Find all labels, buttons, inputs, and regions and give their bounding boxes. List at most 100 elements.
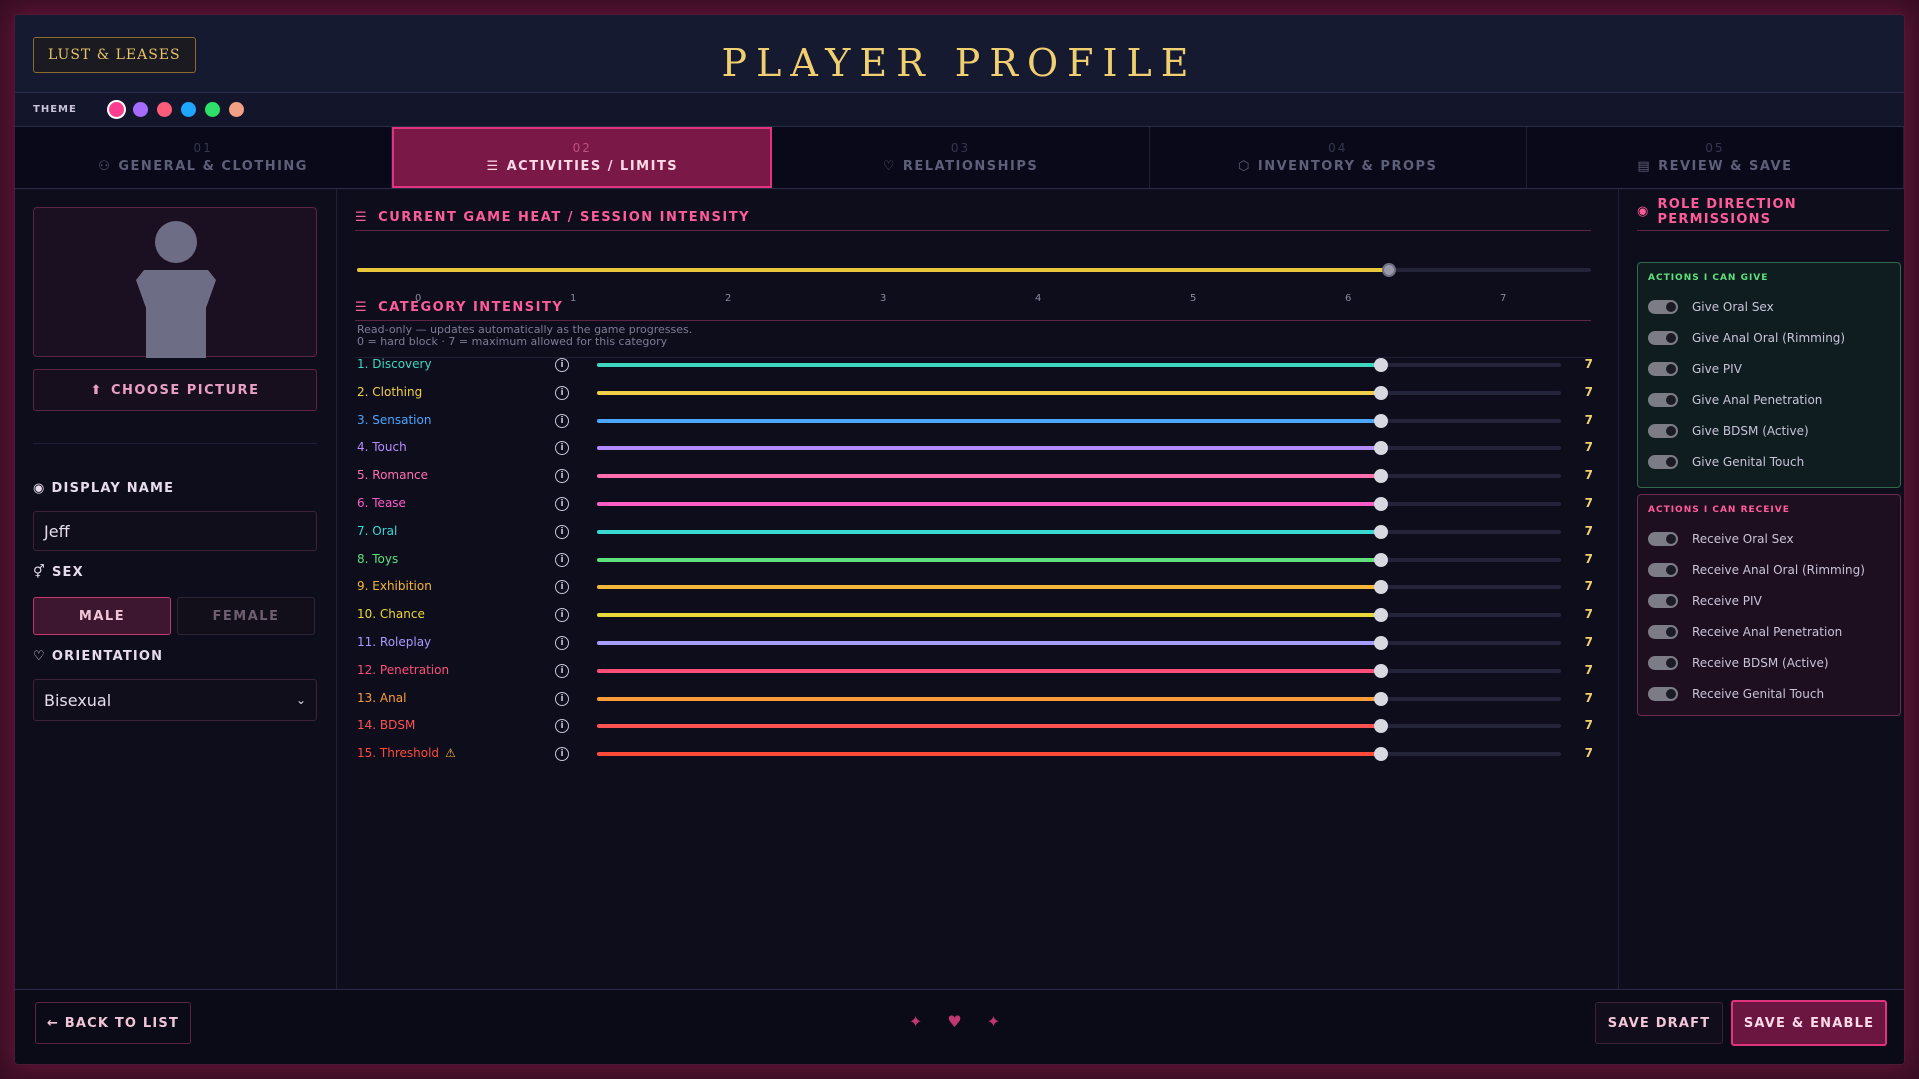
permission-toggle[interactable]	[1648, 454, 1678, 469]
info-icon[interactable]: i	[555, 663, 569, 678]
theme-bar: THEME	[15, 93, 1904, 127]
category-slider-fill	[597, 363, 1381, 367]
tab-general-clothing[interactable]: 01 ⚇ GENERAL & CLOTHING	[15, 127, 393, 188]
category-slider-thumb[interactable]	[1374, 608, 1388, 623]
choose-picture-label: CHOOSE PICTURE	[110, 382, 260, 398]
theme-swatch[interactable]	[132, 102, 148, 117]
tab-label: ▤ REVIEW & SAVE	[1637, 159, 1792, 174]
display-name-input[interactable]: Jeff	[33, 511, 317, 551]
category-slider[interactable]	[597, 552, 1561, 567]
permission-toggle[interactable]	[1648, 392, 1678, 407]
category-slider[interactable]	[597, 608, 1561, 623]
info-icon[interactable]: i	[555, 747, 569, 762]
theme-swatch[interactable]	[156, 102, 172, 117]
category-slider[interactable]	[597, 358, 1561, 372]
category-slider-thumb[interactable]	[1374, 469, 1388, 484]
category-slider[interactable]	[597, 580, 1561, 595]
category-slider[interactable]	[597, 691, 1561, 706]
info-icon[interactable]: i	[555, 413, 569, 428]
step-tabs: 01 ⚇ GENERAL & CLOTHING 02 ☰ ACTIVITIES / LIM…	[15, 127, 1904, 189]
category-slider-thumb[interactable]	[1374, 441, 1388, 456]
theme-swatch[interactable]	[228, 102, 244, 117]
receive-permission-item: Receive Anal Oral (Rimming)	[1648, 554, 1890, 585]
category-slider[interactable]	[597, 497, 1561, 511]
category-row: 2. Clothing i 7	[357, 383, 1593, 403]
permission-toggle[interactable]	[1648, 361, 1678, 376]
category-slider-thumb[interactable]	[1374, 719, 1388, 734]
permission-toggle[interactable]	[1648, 593, 1678, 608]
info-icon[interactable]: i	[555, 524, 569, 539]
choose-picture-button[interactable]: ⬆ CHOOSE PICTURE	[33, 369, 317, 411]
category-value: 7	[1584, 551, 1593, 566]
display-name-label: ◉ DISPLAY NAME	[33, 481, 174, 496]
permission-toggle[interactable]	[1648, 330, 1678, 345]
category-slider[interactable]	[597, 385, 1561, 400]
give-permission-item: Give Oral Sex	[1648, 291, 1890, 322]
category-slider[interactable]	[597, 719, 1561, 734]
category-slider[interactable]	[597, 469, 1561, 484]
theme-swatch[interactable]	[108, 102, 124, 117]
tab-number: 03	[950, 141, 971, 155]
theme-swatch[interactable]	[204, 102, 220, 117]
category-row: 5. Romance i 7	[357, 466, 1593, 486]
tab-activities-limits[interactable]: 02 ☰ ACTIVITIES / LIMITS	[392, 127, 773, 188]
category-slider-thumb[interactable]	[1374, 385, 1388, 400]
category-label: 9. Exhibition	[357, 579, 432, 593]
category-slider[interactable]	[597, 747, 1561, 762]
theme-swatch[interactable]	[180, 102, 196, 117]
tab-number: 02	[572, 141, 592, 155]
category-slider-fill	[597, 557, 1381, 562]
info-icon[interactable]: i	[555, 691, 569, 706]
category-slider[interactable]	[597, 441, 1561, 456]
tab-inventory-props[interactable]: 04 ⬡ INVENTORY & PROPS	[1150, 127, 1527, 188]
sex-male-button[interactable]: MALE	[33, 597, 171, 635]
orientation-select[interactable]: Bisexual ⌄	[33, 679, 317, 721]
info-icon[interactable]: i	[555, 358, 569, 372]
category-slider[interactable]	[597, 524, 1561, 539]
heat-slider-fill	[357, 268, 1390, 272]
category-slider-thumb[interactable]	[1374, 580, 1388, 595]
permission-toggle[interactable]	[1648, 299, 1678, 314]
info-icon[interactable]: i	[555, 441, 569, 456]
permission-toggle[interactable]	[1648, 624, 1678, 639]
info-icon[interactable]: i	[555, 385, 569, 400]
info-icon[interactable]: i	[555, 469, 569, 484]
permission-toggle[interactable]	[1648, 562, 1678, 577]
category-slider-fill	[597, 529, 1381, 534]
category-slider-thumb[interactable]	[1374, 691, 1388, 706]
category-slider-thumb[interactable]	[1374, 636, 1388, 650]
info-icon[interactable]: i	[555, 497, 569, 511]
category-value: 7	[1584, 718, 1593, 733]
info-icon[interactable]: i	[555, 719, 569, 734]
category-value: 7	[1584, 384, 1593, 399]
info-icon[interactable]: i	[555, 580, 569, 595]
category-slider-thumb[interactable]	[1374, 497, 1388, 511]
info-icon[interactable]: i	[555, 636, 569, 650]
category-slider-thumb[interactable]	[1374, 413, 1388, 428]
save-and-enable-button[interactable]: SAVE & ENABLE	[1731, 1000, 1887, 1046]
category-slider[interactable]	[597, 413, 1561, 428]
permission-toggle[interactable]	[1648, 686, 1678, 701]
info-icon[interactable]: i	[555, 608, 569, 623]
permission-toggle[interactable]	[1648, 531, 1678, 546]
category-slider-thumb[interactable]	[1374, 663, 1388, 678]
category-slider[interactable]	[597, 636, 1561, 650]
save-draft-button[interactable]: SAVE DRAFT	[1595, 1002, 1723, 1044]
category-slider-thumb[interactable]	[1374, 358, 1388, 372]
permission-label: Receive Anal Oral (Rimming)	[1692, 562, 1865, 577]
category-label-text: 8. Toys	[357, 551, 399, 566]
heart-icon: ♡	[882, 159, 896, 174]
category-slider-thumb[interactable]	[1374, 747, 1388, 762]
permission-toggle[interactable]	[1648, 655, 1678, 670]
sex-female-button[interactable]: FEMALE	[177, 597, 315, 635]
category-slider-thumb[interactable]	[1374, 552, 1388, 567]
permission-label: Receive Genital Touch	[1692, 686, 1825, 701]
category-slider-thumb[interactable]	[1374, 524, 1388, 539]
category-slider[interactable]	[597, 663, 1561, 678]
category-label: 11. Roleplay	[357, 635, 431, 649]
tab-relationships[interactable]: 03 ♡ RELATIONSHIPS	[772, 127, 1150, 188]
info-icon[interactable]: i	[555, 552, 569, 567]
user-icon: ⚇	[98, 159, 112, 174]
tab-review-save[interactable]: 05 ▤ REVIEW & SAVE	[1527, 127, 1904, 188]
permission-toggle[interactable]	[1648, 423, 1678, 438]
